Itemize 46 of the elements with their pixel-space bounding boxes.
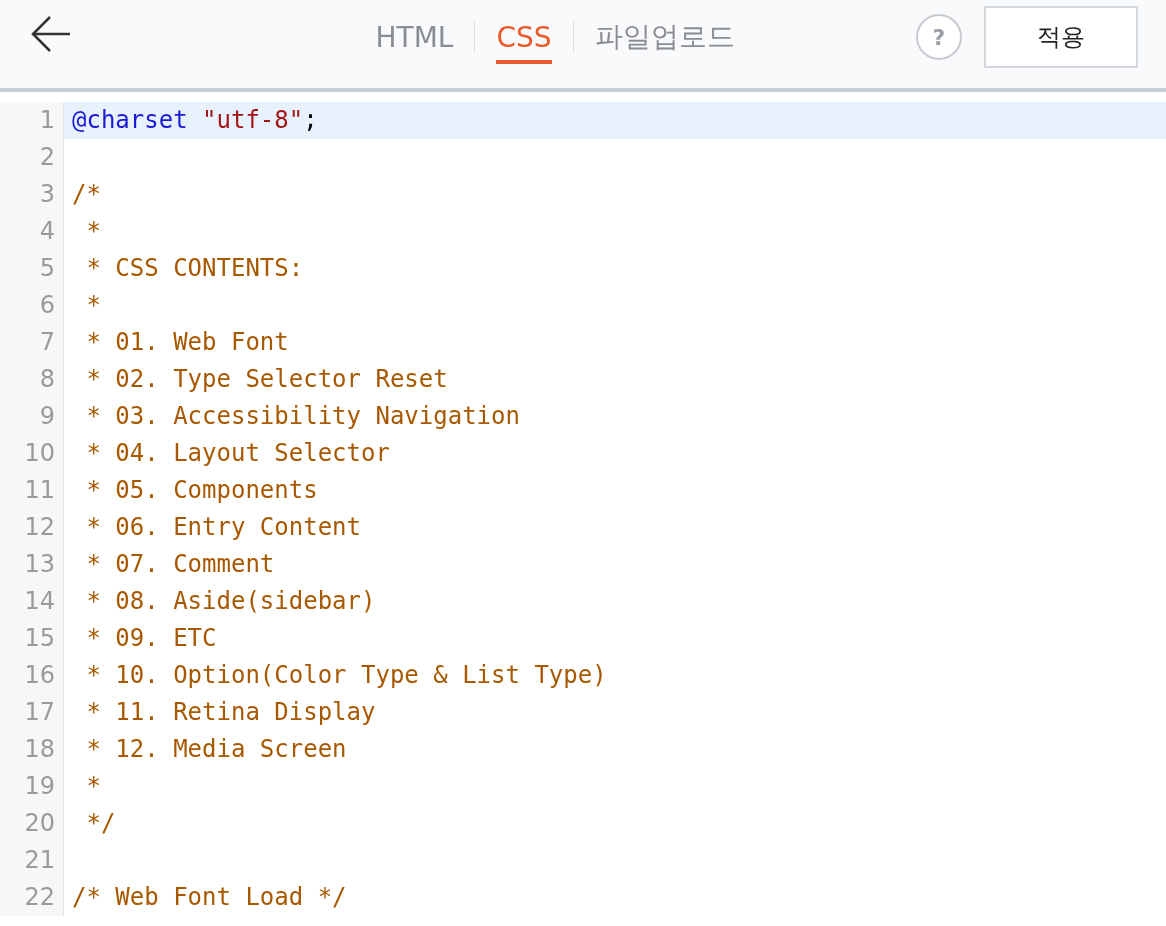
line-number: 14 — [0, 583, 64, 620]
apply-button[interactable]: 적용 — [984, 6, 1138, 68]
line-number: 17 — [0, 694, 64, 731]
line-number: 7 — [0, 324, 64, 361]
line-number: 6 — [0, 287, 64, 324]
code-line: /* Web Font Load */ — [71, 882, 348, 913]
line-number: 8 — [0, 361, 64, 398]
code-line: * 06. Entry Content — [85, 512, 362, 543]
line-number: 5 — [0, 250, 64, 287]
code-line: * — [85, 771, 102, 802]
line-number: 19 — [0, 768, 64, 805]
code-line: /* — [71, 179, 102, 210]
editor-tab[interactable]: HTML — [375, 10, 454, 64]
code-line: * 12. Media Screen — [85, 734, 348, 765]
line-number: 3 — [0, 176, 64, 213]
line-number: 22 — [0, 879, 64, 916]
code-line: * 11. Retina Display — [85, 697, 377, 728]
line-number: 1 — [0, 102, 64, 139]
code-line: * 04. Layout Selector — [85, 438, 391, 469]
code-line: * 01. Web Font — [85, 327, 290, 358]
line-number: 2 — [0, 139, 64, 176]
line-number: 10 — [0, 435, 64, 472]
line-number: 20 — [0, 805, 64, 842]
code-line: */ — [85, 808, 117, 839]
help-button[interactable]: ? — [916, 14, 962, 60]
line-number: 9 — [0, 398, 64, 435]
editor-tab[interactable]: 파일업로드 — [594, 8, 735, 66]
code-line: * 05. Components — [85, 475, 319, 506]
code-line: * 09. ETC — [85, 623, 218, 654]
code-line: * 03. Accessibility Navigation — [85, 401, 521, 432]
line-number: 12 — [0, 509, 64, 546]
line-number: 18 — [0, 731, 64, 768]
line-number: 11 — [0, 472, 64, 509]
line-number: 21 — [0, 842, 64, 879]
code-line: * 02. Type Selector Reset — [85, 364, 449, 395]
code-line: * — [85, 216, 102, 247]
code-line: * 07. Comment — [85, 549, 276, 580]
code-line: * 08. Aside(sidebar) — [85, 586, 377, 617]
line-number: 16 — [0, 657, 64, 694]
editor-tab[interactable]: CSS — [496, 10, 552, 64]
line-number: 13 — [0, 546, 64, 583]
line-number: 15 — [0, 620, 64, 657]
line-number: 4 — [0, 213, 64, 250]
code-line: * CSS CONTENTS: — [85, 253, 305, 284]
code-line: * 10. Option(Color Type & List Type) — [85, 660, 608, 691]
code-line: * — [85, 290, 102, 321]
